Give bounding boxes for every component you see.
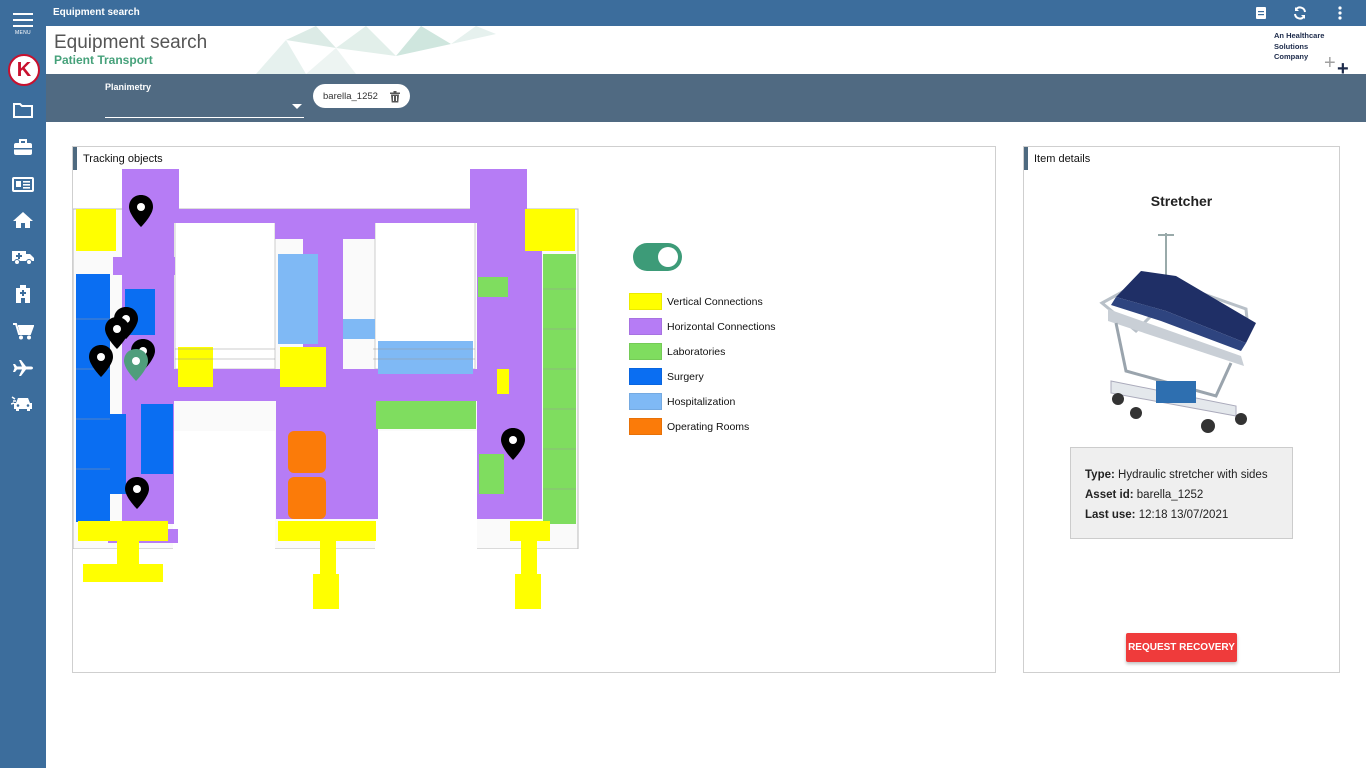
briefcase-icon[interactable] — [11, 136, 35, 158]
legend-swatch — [629, 393, 662, 410]
page-subtitle: Patient Transport — [54, 53, 153, 67]
brand-plus-gray-icon: + — [1324, 52, 1336, 74]
legend-label: Horizontal Connections — [667, 320, 776, 333]
stretcher-image — [1099, 233, 1256, 433]
filter-bar: Planimetry barella_1252 — [46, 74, 1366, 122]
map-toggle[interactable] — [633, 243, 682, 271]
legend-item: Vertical Connections — [629, 289, 776, 314]
header-decoration — [256, 26, 496, 74]
floor-plan-map[interactable] — [73, 169, 593, 614]
lastuse-label: Last use: — [1085, 509, 1136, 521]
legend-item: Surgery — [629, 364, 776, 389]
car-crash-icon[interactable] — [11, 393, 35, 415]
info-asset: Asset id: barella_1252 — [1085, 485, 1292, 505]
ambulance-icon[interactable] — [11, 246, 35, 268]
request-recovery-button[interactable]: REQUEST RECOVERY — [1126, 633, 1237, 662]
more-vertical-icon[interactable] — [1331, 4, 1349, 22]
planimetry-select[interactable] — [105, 98, 304, 118]
legend-item: Operating Rooms — [629, 414, 776, 439]
type-value: Hydraulic stretcher with sides — [1118, 469, 1268, 481]
brand-plus-dark-icon: + — [1337, 58, 1349, 74]
type-label: Type: — [1085, 469, 1115, 481]
legend-label: Vertical Connections — [667, 295, 763, 308]
menu-button[interactable]: MENU — [0, 0, 46, 40]
refresh-icon[interactable] — [1291, 4, 1309, 22]
sidebar: MENU K — [0, 0, 46, 768]
trash-icon[interactable] — [390, 90, 400, 108]
tracking-panel: Tracking objects Vertical Connections Ho… — [72, 146, 996, 673]
map-legend: Vertical Connections Horizontal Connecti… — [629, 289, 776, 439]
legend-item: Horizontal Connections — [629, 314, 776, 339]
chevron-down-icon — [292, 104, 302, 109]
legend-label: Operating Rooms — [667, 420, 750, 433]
legend-swatch — [629, 343, 662, 360]
item-name: Stretcher — [1150, 193, 1213, 209]
legend-label: Laboratories — [667, 345, 726, 358]
page-title: Equipment search — [54, 32, 208, 53]
folder-icon[interactable] — [11, 99, 35, 121]
clipboard-icon[interactable] — [1252, 4, 1270, 22]
asset-chip-label: barella_1252 — [323, 90, 378, 102]
cart-icon[interactable] — [11, 320, 35, 342]
legend-label: Hospitalization — [667, 395, 736, 408]
legend-label: Surgery — [667, 370, 704, 383]
info-type: Type: Hydraulic stretcher with sides — [1085, 465, 1292, 485]
info-lastuse: Last use: 12:18 13/07/2021 — [1085, 505, 1292, 525]
app-logo[interactable]: K — [8, 54, 40, 86]
legend-swatch — [629, 418, 662, 435]
home-icon[interactable] — [11, 209, 35, 231]
asset-chip[interactable]: barella_1252 — [313, 84, 410, 108]
asset-label: Asset id: — [1085, 489, 1134, 501]
details-panel-title: Item details — [1024, 147, 1090, 170]
legend-swatch — [629, 318, 662, 335]
menu-label: MENU — [15, 30, 31, 36]
lastuse-value: 12:18 13/07/2021 — [1138, 509, 1229, 521]
item-details-panel: Item details Stretcher Type: Hydraulic s… — [1023, 146, 1340, 673]
id-card-icon[interactable] — [11, 173, 35, 195]
planimetry-label: Planimetry — [105, 82, 152, 92]
hospital-icon[interactable] — [11, 283, 35, 305]
legend-item: Hospitalization — [629, 389, 776, 414]
top-bar: Equipment search — [46, 0, 1366, 26]
item-info-box: Type: Hydraulic stretcher with sides Ass… — [1070, 447, 1293, 539]
legend-swatch — [629, 368, 662, 385]
asset-value: barella_1252 — [1136, 489, 1204, 501]
legend-item: Laboratories — [629, 339, 776, 364]
page-header: Equipment search Patient Transport An He… — [46, 26, 1366, 74]
airplane-icon[interactable] — [11, 357, 35, 379]
logo-letter: K — [16, 58, 32, 81]
tracking-panel-title: Tracking objects — [73, 147, 163, 170]
brand-logo: An Healthcare Solutions Company + + — [1274, 31, 1354, 74]
topbar-title: Equipment search — [53, 7, 140, 18]
legend-swatch — [629, 293, 662, 310]
